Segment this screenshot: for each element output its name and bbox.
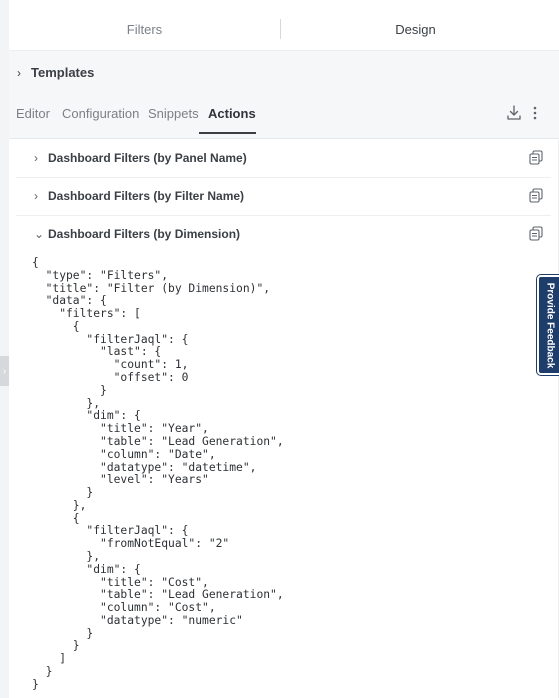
tab-actions[interactable]: Actions — [208, 94, 256, 136]
chevron-down-icon: ⌄ — [34, 227, 45, 241]
more-vertical-icon[interactable] — [530, 104, 540, 122]
chevron-right-icon: › — [34, 189, 38, 203]
tab-configuration[interactable]: Configuration — [62, 94, 139, 136]
copy-icon[interactable] — [529, 226, 543, 241]
action-item[interactable]: › Dashboard Filters (by Filter Name) — [16, 177, 551, 216]
editor-tabs-bar: Editor Configuration Snippets Actions — [9, 94, 559, 139]
active-tab-indicator — [199, 132, 256, 134]
actions-list: › Dashboard Filters (by Panel Name) › Da… — [16, 139, 551, 698]
tab-snippets[interactable]: Snippets — [148, 94, 199, 136]
download-icon[interactable] — [506, 104, 522, 122]
mode-tabs: Filters Design — [9, 8, 551, 50]
action-item[interactable]: › Dashboard Filters (by Panel Name) — [16, 139, 551, 178]
action-title: Dashboard Filters (by Panel Name) — [48, 151, 247, 165]
collapse-handle[interactable]: › — [0, 356, 9, 386]
provide-feedback-button[interactable]: Provide Feedback — [537, 275, 559, 375]
tab-editor[interactable]: Editor — [16, 94, 50, 136]
action-item-expanded[interactable]: ⌄ Dashboard Filters (by Dimension) — [16, 215, 551, 253]
templates-label: Templates — [31, 65, 95, 80]
chevron-right-icon: › — [34, 151, 38, 165]
left-gutter — [0, 0, 9, 698]
side-panel: Filters Design › Templates Editor Config… — [9, 0, 559, 698]
templates-section-header[interactable]: › Templates — [9, 50, 559, 95]
copy-icon[interactable] — [529, 150, 543, 165]
action-title: Dashboard Filters (by Filter Name) — [48, 189, 245, 203]
tab-filters[interactable]: Filters — [9, 22, 280, 37]
mode-divider — [280, 19, 281, 39]
chevron-right-icon: › — [17, 65, 21, 80]
tab-design[interactable]: Design — [280, 22, 551, 37]
copy-icon[interactable] — [529, 188, 543, 203]
action-code-block: { "type": "Filters", "title": "Filter (b… — [32, 256, 284, 691]
chevron-right-icon: › — [2, 365, 7, 377]
feedback-label: Provide Feedback — [544, 282, 556, 368]
action-title: Dashboard Filters (by Dimension) — [48, 227, 241, 241]
